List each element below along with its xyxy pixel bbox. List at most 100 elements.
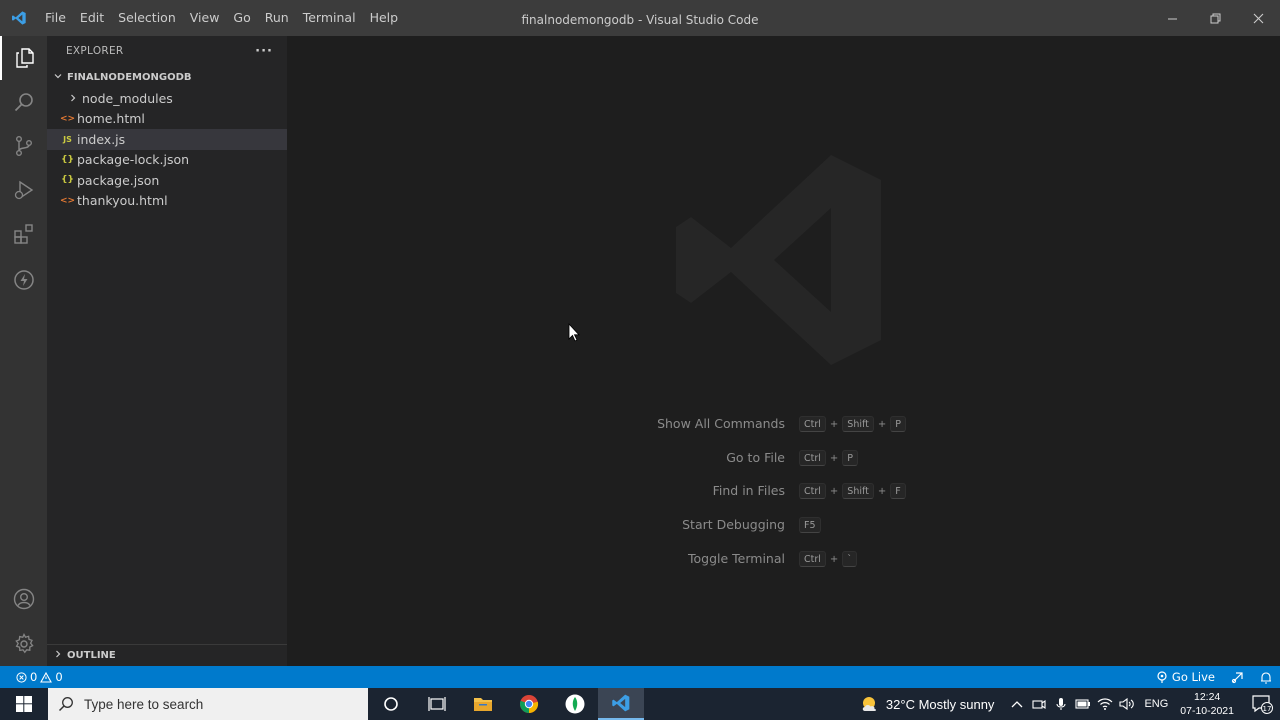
- feedback-icon[interactable]: [1223, 666, 1252, 688]
- close-button[interactable]: [1237, 0, 1280, 36]
- battery-icon[interactable]: [1072, 699, 1094, 709]
- search-placeholder: Type here to search: [84, 696, 204, 712]
- shortcut-keys: F5: [797, 517, 823, 533]
- action-center-icon[interactable]: 17: [1244, 694, 1280, 714]
- accounts-icon[interactable]: [0, 577, 47, 621]
- file-explorer-icon[interactable]: [460, 688, 506, 720]
- settings-gear-icon[interactable]: [0, 622, 47, 666]
- title-bar: File Edit Selection View Go Run Terminal…: [0, 0, 1280, 36]
- status-bar-right: Go Live: [1148, 666, 1280, 688]
- tree-item-node-modules[interactable]: node_modules: [47, 88, 287, 109]
- more-actions-icon[interactable]: ···: [255, 44, 273, 59]
- source-control-icon[interactable]: [0, 124, 47, 168]
- json-file-icon: {}: [61, 175, 74, 186]
- tree-item-thankyou-html[interactable]: <> thankyou.html: [47, 191, 287, 212]
- key: F: [890, 483, 906, 499]
- window-controls: [1151, 0, 1280, 36]
- tree-item-label: index.js: [77, 131, 126, 147]
- explorer-sidebar: EXPLORER ··· FINALNODEMONGODB node_modul…: [47, 36, 287, 666]
- shortcut-keys: Ctrl + `: [797, 551, 859, 567]
- tree-item-package-lock-json[interactable]: {} package-lock.json: [47, 150, 287, 171]
- vscode-taskbar-icon[interactable]: [598, 688, 644, 720]
- tree-item-label: package.json: [77, 172, 160, 188]
- shortcut-find-in-files: Find in Files Ctrl + Shift + F: [587, 481, 1107, 501]
- tree-item-label: thankyou.html: [77, 193, 168, 209]
- volume-icon[interactable]: [1116, 698, 1138, 710]
- run-debug-icon[interactable]: [0, 168, 47, 212]
- activity-bar: [0, 36, 47, 666]
- outline-section-header[interactable]: OUTLINE: [47, 644, 287, 666]
- tree-item-home-html[interactable]: <> home.html: [47, 109, 287, 130]
- chevron-up-icon[interactable]: [1006, 700, 1028, 708]
- windows-taskbar: Type here to search 32°C Mostly sunny EN…: [0, 688, 1280, 720]
- js-file-icon: JS: [63, 134, 72, 144]
- menu-run[interactable]: Run: [258, 0, 296, 36]
- taskbar-search-input[interactable]: Type here to search: [48, 688, 368, 720]
- explorer-icon[interactable]: [0, 36, 47, 80]
- warning-icon: [40, 671, 53, 683]
- vscode-watermark-icon: [661, 140, 901, 384]
- chrome-icon[interactable]: [506, 688, 552, 720]
- chevron-right-icon: [64, 93, 81, 103]
- restore-button[interactable]: [1194, 0, 1237, 36]
- key: `: [842, 551, 858, 567]
- task-view-icon[interactable]: [414, 688, 460, 720]
- menu-view[interactable]: View: [183, 0, 227, 36]
- language-indicator[interactable]: ENG: [1144, 698, 1168, 710]
- minimize-button[interactable]: [1151, 0, 1194, 36]
- key: Ctrl: [799, 450, 826, 466]
- wifi-icon[interactable]: [1094, 698, 1116, 710]
- shortcut-label: Go to File: [726, 450, 785, 465]
- weather-text: 32°C Mostly sunny: [885, 696, 995, 712]
- menu-terminal[interactable]: Terminal: [296, 0, 363, 36]
- html-file-icon: <>: [59, 195, 76, 206]
- sidebar-title: EXPLORER: [66, 45, 124, 57]
- key: Ctrl: [799, 483, 826, 499]
- warning-count: 0: [55, 670, 63, 684]
- chevron-right-icon: [53, 649, 67, 662]
- key: Ctrl: [799, 551, 826, 567]
- editor-area[interactable]: Show All Commands Ctrl + Shift + P Go to F…: [287, 36, 1280, 666]
- menu-edit[interactable]: Edit: [73, 0, 111, 36]
- menu-selection[interactable]: Selection: [111, 0, 183, 36]
- go-live-button[interactable]: Go Live: [1148, 666, 1223, 688]
- tree-item-package-json[interactable]: {} package.json: [47, 170, 287, 191]
- key: F5: [799, 517, 821, 533]
- microphone-icon[interactable]: [1050, 697, 1072, 711]
- key: Ctrl: [799, 416, 826, 432]
- cortana-icon[interactable]: [368, 688, 414, 720]
- folder-section-header[interactable]: FINALNODEMONGODB: [47, 66, 287, 88]
- json-file-icon: {}: [61, 154, 74, 165]
- shortcut-label: Toggle Terminal: [688, 551, 785, 566]
- menu-go[interactable]: Go: [226, 0, 257, 36]
- mouse-pointer-icon: [568, 322, 580, 346]
- shortcut-keys: Ctrl + P: [797, 450, 860, 466]
- broadcast-icon: [1157, 671, 1167, 683]
- menu-bar: File Edit Selection View Go Run Terminal…: [38, 0, 405, 36]
- vscode-logo-icon: [0, 0, 38, 36]
- chevron-down-icon: [53, 71, 67, 84]
- menu-help[interactable]: Help: [363, 0, 406, 36]
- tree-item-index-js[interactable]: JS index.js: [47, 129, 287, 150]
- notifications-bell-icon[interactable]: [1252, 666, 1280, 688]
- camera-icon[interactable]: [1028, 698, 1050, 710]
- error-count: 0: [30, 670, 38, 684]
- shortcut-start-debugging: Start Debugging F5: [587, 515, 1107, 535]
- mongodb-compass-icon[interactable]: [552, 688, 598, 720]
- extensions-icon[interactable]: [0, 212, 47, 256]
- key: P: [890, 416, 907, 432]
- windows-start-icon[interactable]: [0, 688, 48, 720]
- problems-indicator[interactable]: 0 0: [0, 670, 63, 684]
- menu-file[interactable]: File: [38, 0, 73, 36]
- weather-widget[interactable]: 32°C Mostly sunny: [860, 695, 995, 713]
- thunder-client-icon[interactable]: [0, 258, 47, 302]
- error-icon: [16, 671, 27, 683]
- shortcut-label: Show All Commands: [657, 416, 785, 431]
- search-icon[interactable]: [0, 80, 47, 124]
- search-icon: [58, 697, 73, 712]
- outline-label: OUTLINE: [67, 650, 116, 661]
- shortcut-go-to-file: Go to File Ctrl + P: [587, 448, 1107, 468]
- shortcut-show-all-commands: Show All Commands Ctrl + Shift + P: [587, 414, 1107, 434]
- clock-time: 12:24: [1194, 691, 1221, 703]
- taskbar-clock[interactable]: 12:24 07-10-2021: [1180, 690, 1234, 718]
